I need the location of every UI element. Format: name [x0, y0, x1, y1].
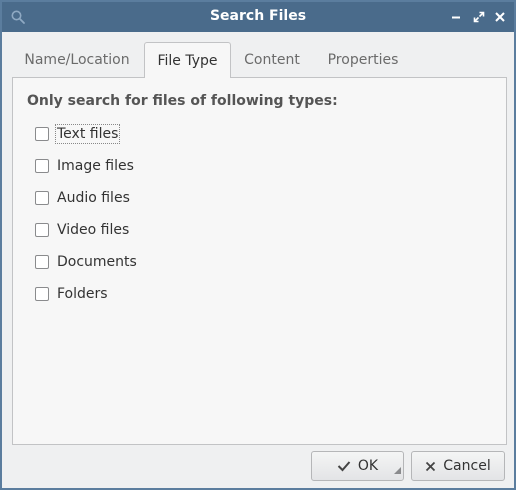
option-label: Folders: [57, 286, 108, 302]
option-label: Image files: [57, 158, 134, 174]
cancel-label: Cancel: [443, 458, 491, 474]
option-label: Audio files: [57, 190, 130, 206]
tab-content[interactable]: Content: [232, 42, 312, 78]
folders-checkbox[interactable]: [35, 287, 49, 301]
window-title: Search Files: [209, 8, 307, 24]
option-audio-files[interactable]: Audio files: [35, 187, 130, 209]
tab-label: Properties: [327, 52, 399, 68]
option-label: Documents: [57, 254, 137, 270]
tab-bar: Name/Location File Type Content Properti…: [12, 42, 506, 78]
tab-label: File Type: [157, 52, 218, 69]
audio-files-checkbox[interactable]: [35, 191, 49, 205]
text-files-checkbox[interactable]: [35, 127, 49, 141]
tab-file-type[interactable]: File Type: [144, 42, 231, 78]
minimize-icon[interactable]: [448, 9, 464, 25]
option-image-files[interactable]: Image files: [35, 155, 134, 177]
maximize-icon[interactable]: [471, 9, 487, 25]
option-video-files[interactable]: Video files: [35, 219, 129, 241]
cancel-icon: [425, 461, 436, 472]
search-files-dialog: Search Files Name/Location File Type Con…: [0, 0, 516, 490]
documents-checkbox[interactable]: [35, 255, 49, 269]
resize-grip-icon: [394, 462, 401, 478]
close-icon[interactable]: [492, 9, 508, 25]
title-bar[interactable]: Search Files: [2, 2, 514, 32]
option-label: Video files: [57, 222, 130, 238]
tab-label: Content: [244, 52, 300, 68]
tab-label: Name/Location: [24, 52, 130, 68]
video-files-checkbox[interactable]: [35, 223, 49, 237]
tab-name-location[interactable]: Name/Location: [12, 42, 142, 78]
option-documents[interactable]: Documents: [35, 251, 137, 273]
image-files-checkbox[interactable]: [35, 159, 49, 173]
checkmark-icon: [337, 460, 351, 472]
tab-properties[interactable]: Properties: [315, 42, 411, 78]
ok-label: OK: [357, 458, 379, 474]
option-label: Text files: [54, 124, 121, 144]
option-text-files[interactable]: Text files: [35, 123, 121, 145]
section-heading: Only search for files of following types…: [27, 93, 338, 109]
file-type-panel: Only search for files of following types…: [12, 77, 507, 445]
cancel-button[interactable]: Cancel: [411, 451, 505, 481]
ok-button[interactable]: OK: [311, 451, 404, 481]
option-folders[interactable]: Folders: [35, 283, 108, 305]
